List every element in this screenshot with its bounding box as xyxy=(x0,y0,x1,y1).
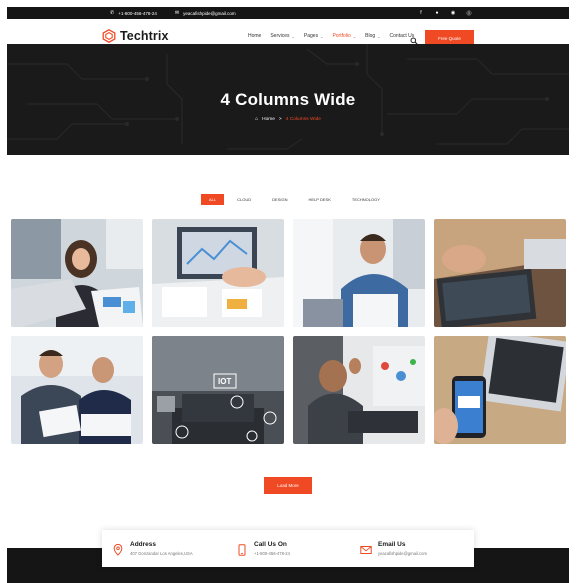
search-icon[interactable] xyxy=(410,32,418,45)
address-block: Address 407 Gonzandar Los Angeles,USA xyxy=(112,530,193,567)
nav-portfolio[interactable]: Portfolio ⌄ xyxy=(332,33,356,39)
chevron-down-icon: ⌄ xyxy=(320,33,324,39)
nav-pages[interactable]: Pages ⌄ xyxy=(304,33,324,39)
portfolio-item[interactable] xyxy=(11,336,143,444)
nav-home[interactable]: Home xyxy=(248,33,261,39)
portfolio-item[interactable] xyxy=(11,219,143,327)
top-contact: ✆ +1-800-456-478-24 ✉ yeacafishpide@gmai… xyxy=(110,7,236,19)
svg-text:IOT: IOT xyxy=(218,377,231,386)
call-value[interactable]: +1-800-456-478-24 xyxy=(254,551,290,556)
portfolio-grid: IOT xyxy=(11,219,566,468)
email-value[interactable]: yeacafishpide@gmail.com xyxy=(378,551,427,556)
page-title: 4 Columns Wide xyxy=(220,90,356,109)
filter-technology[interactable]: TECHNOLOGY xyxy=(343,194,388,205)
mail-icon: ✉ xyxy=(174,10,180,16)
breadcrumb-separator: > xyxy=(278,116,282,122)
location-pin-icon xyxy=(112,543,124,556)
chevron-down-icon: ⌄ xyxy=(291,33,295,39)
address-value: 407 Gonzandar Los Angeles,USA xyxy=(130,551,193,556)
filter-help-desk[interactable]: HELP DESK xyxy=(300,194,339,205)
logo-mark-icon xyxy=(102,29,116,43)
email-title: Email Us xyxy=(378,541,406,548)
phone-icon: ✆ xyxy=(110,10,115,16)
envelope-icon xyxy=(360,543,372,555)
page: ✆ +1-800-456-478-24 ✉ yeacafishpide@gmai… xyxy=(7,7,569,583)
load-more-button[interactable]: Load More xyxy=(264,477,312,494)
filter-all[interactable]: ALL xyxy=(201,194,225,205)
portfolio-item[interactable]: IOT xyxy=(152,336,284,444)
instagram-icon[interactable]: ◉ xyxy=(450,10,456,16)
top-email[interactable]: yeacafishpide@gmail.com xyxy=(183,11,236,16)
nav-services[interactable]: Services ⌄ xyxy=(270,33,295,39)
portfolio-item[interactable] xyxy=(293,219,425,327)
top-bar: ✆ +1-800-456-478-24 ✉ yeacafishpide@gmai… xyxy=(7,7,569,19)
filter-design[interactable]: DESIGN xyxy=(264,194,296,205)
brand-name: Techtrix xyxy=(120,29,169,43)
chevron-down-icon: ⌄ xyxy=(377,33,381,39)
home-icon: ⌂ xyxy=(255,116,259,122)
portfolio-item[interactable] xyxy=(293,336,425,444)
skype-icon[interactable]: Ⓞ xyxy=(466,10,472,17)
call-title: Call Us On xyxy=(254,541,287,548)
breadcrumb-current: 4 Columns Wide xyxy=(285,116,321,122)
breadcrumb: ⌂ Home > 4 Columns Wide xyxy=(7,116,569,122)
facebook-icon[interactable]: f xyxy=(418,10,424,16)
github-icon[interactable]: ● xyxy=(434,10,440,16)
contact-info-card: Address 407 Gonzandar Los Angeles,USA Ca… xyxy=(102,530,474,567)
page-hero: 4 Columns Wide ⌂ Home > 4 Columns Wide xyxy=(7,44,569,155)
chevron-down-icon: ⌄ xyxy=(352,33,357,39)
portfolio-item[interactable] xyxy=(152,219,284,327)
call-block: Call Us On +1-800-456-478-24 xyxy=(236,530,290,567)
mobile-phone-icon xyxy=(236,543,248,556)
top-phone[interactable]: +1-800-456-478-24 xyxy=(118,11,157,16)
logo[interactable]: Techtrix xyxy=(102,29,169,43)
breadcrumb-home[interactable]: Home xyxy=(262,117,275,122)
email-block: Email Us yeacafishpide@gmail.com xyxy=(360,530,427,567)
portfolio-item[interactable] xyxy=(434,336,566,444)
social-links: f ● ◉ Ⓞ xyxy=(418,7,472,19)
filter-cloud[interactable]: CLOUD xyxy=(229,194,260,205)
nav-blog[interactable]: Blog ⌄ xyxy=(365,33,380,39)
portfolio-item[interactable] xyxy=(434,219,566,327)
portfolio-filters: ALL CLOUD DESIGN HELP DESK TECHNOLOGY xyxy=(201,194,388,205)
address-title: Address xyxy=(130,541,157,548)
